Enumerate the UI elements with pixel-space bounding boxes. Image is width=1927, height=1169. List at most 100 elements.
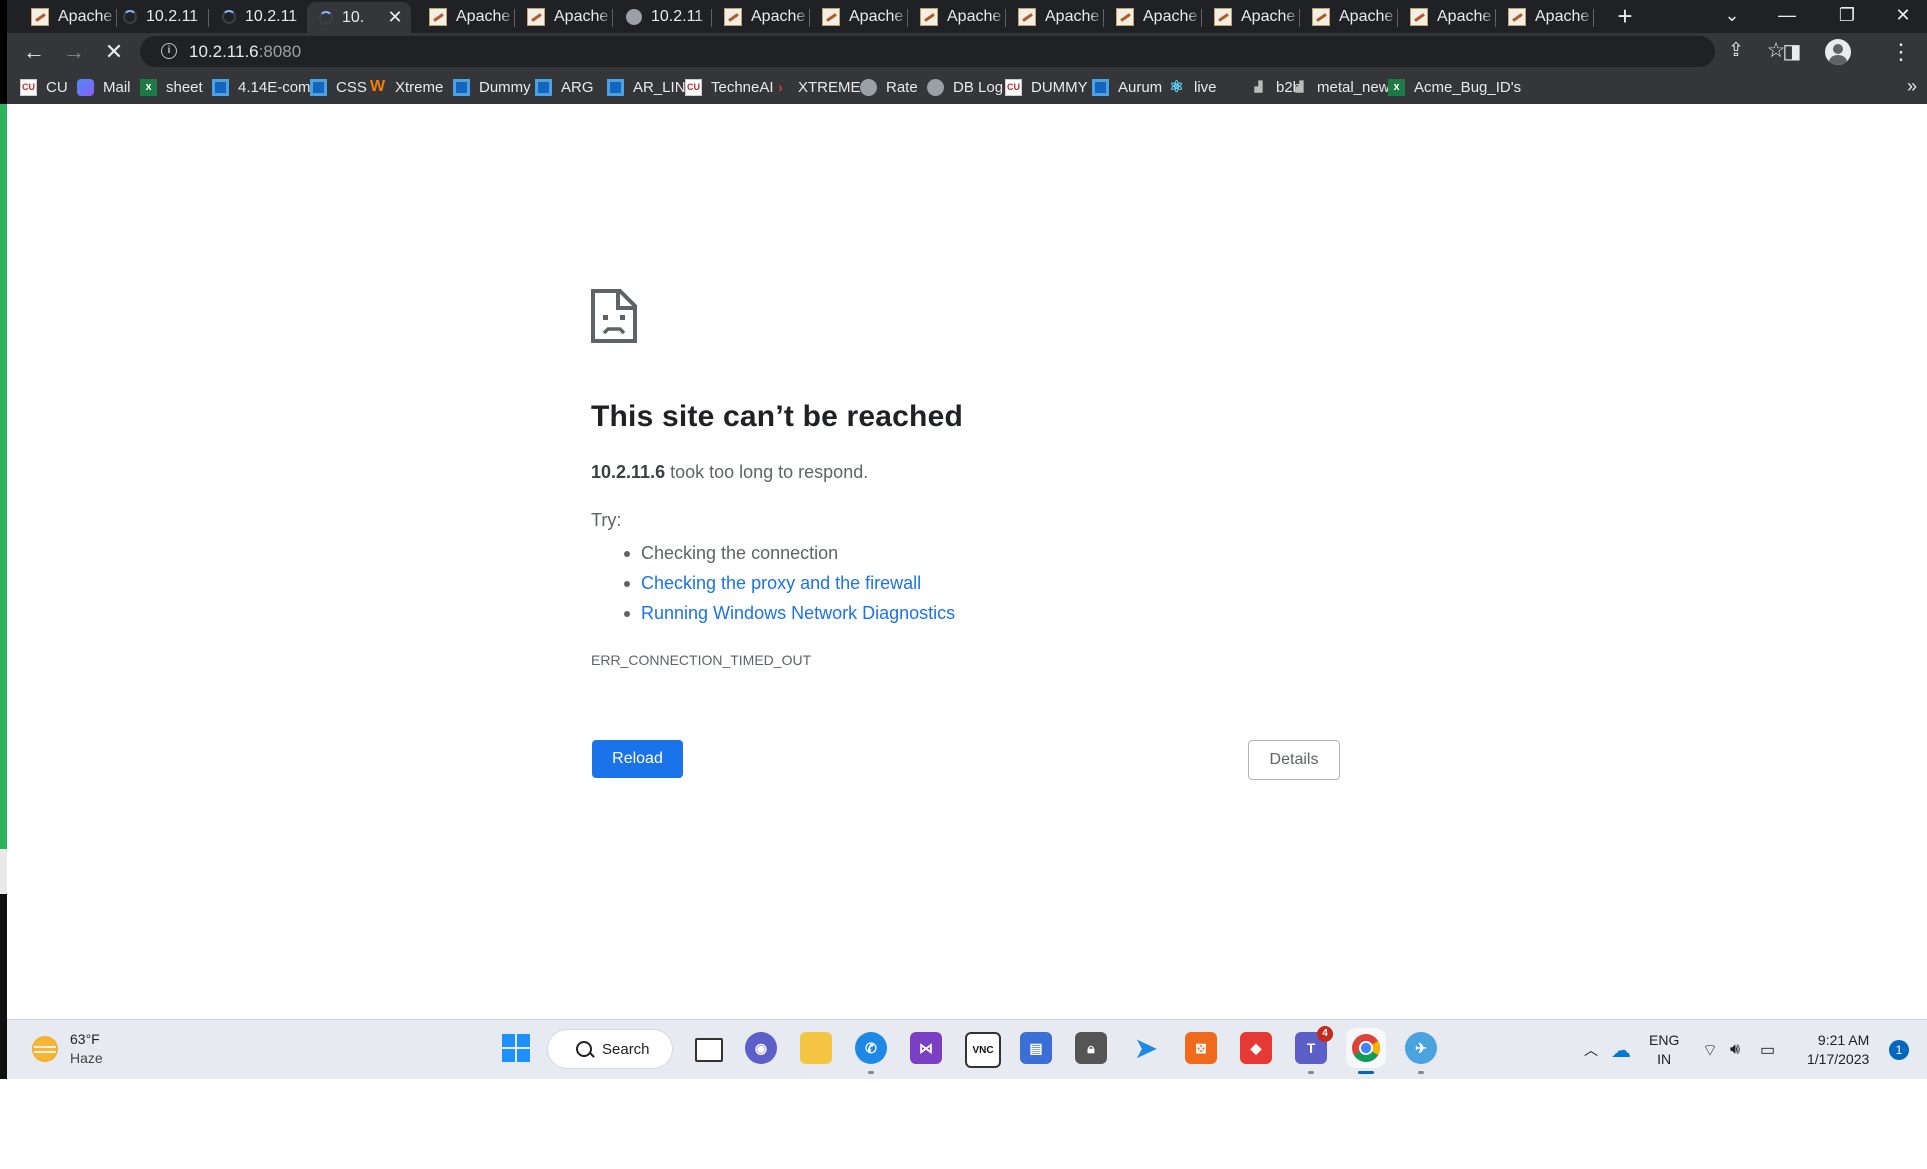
bookmark-16[interactable]: ⚛ live bbox=[1168, 77, 1217, 97]
mysql-dolphin-icon[interactable]: ➤ bbox=[1130, 1032, 1162, 1064]
xt-bookmark-icon: W bbox=[369, 78, 386, 95]
tab-label: Apache bbox=[947, 8, 1002, 25]
phone-app-icon[interactable]: ✆ bbox=[855, 1032, 887, 1074]
tab-15[interactable]: Apache bbox=[1398, 2, 1496, 32]
forward-arrow-icon[interactable]: → bbox=[59, 37, 89, 67]
close-tab-icon[interactable]: ✕ bbox=[385, 7, 405, 28]
tab-1[interactable]: Apache bbox=[19, 2, 117, 32]
share-icon[interactable]: ⇪ bbox=[1721, 36, 1751, 66]
weather-widget[interactable]: 63°F Haze bbox=[32, 1030, 103, 1068]
bookmark-4[interactable]: 4.14E-com bbox=[212, 77, 311, 97]
menu-kebab-icon[interactable]: ⋮ bbox=[1886, 37, 1916, 67]
tab-10[interactable]: Apache bbox=[908, 2, 1006, 32]
tab-label: 10.2.11 bbox=[146, 8, 199, 25]
remote-desktop-icon[interactable]: ▤ bbox=[1020, 1032, 1052, 1064]
address-url[interactable]: 10.2.11.6:8080 bbox=[189, 42, 301, 62]
bookmark-9[interactable]: AR_LINK bbox=[607, 77, 696, 97]
chrome-icon[interactable] bbox=[1350, 1032, 1382, 1074]
bookmark-1[interactable]: CU CU bbox=[20, 77, 68, 97]
tab-14[interactable]: Apache bbox=[1300, 2, 1398, 32]
chat-icon[interactable]: ◉ bbox=[745, 1032, 777, 1064]
cu-bookmark-icon: CU bbox=[20, 78, 37, 96]
bookmark-13[interactable]: DB Log bbox=[927, 77, 1003, 97]
minimize-button[interactable]: — bbox=[1763, 0, 1811, 33]
bl-bookmark-icon bbox=[310, 78, 327, 96]
suggestion-network-diagnostics-link[interactable]: Running Windows Network Diagnostics bbox=[623, 598, 955, 628]
address-bar[interactable]: i 10.2.11.6:8080 ⇪ ☆ bbox=[140, 36, 1785, 67]
bookmark-2[interactable]: Mail bbox=[77, 77, 131, 97]
new-tab-button[interactable]: + bbox=[1611, 3, 1639, 31]
onedrive-cloud-icon[interactable]: ☁ bbox=[1611, 1020, 1631, 1080]
tab-2[interactable]: 10.2.11 bbox=[111, 2, 209, 32]
site-info-icon[interactable]: i bbox=[161, 43, 177, 59]
more-bookmarks-icon[interactable]: » bbox=[1907, 76, 1917, 97]
bookmark-15[interactable]: Aurum bbox=[1092, 77, 1162, 97]
bookmark-14[interactable]: CU DUMMY bbox=[1005, 77, 1088, 97]
file-explorer-icon[interactable] bbox=[800, 1032, 832, 1064]
details-button[interactable]: Details bbox=[1248, 740, 1340, 780]
xl-bookmark-icon: x bbox=[1388, 78, 1405, 96]
tab-5[interactable]: Apache bbox=[417, 2, 515, 32]
bookmarks-bar: CU CU Mail x sheet 4.14E-com CSS W Xtreme Dummy AR… bbox=[7, 70, 1927, 104]
battery-icon[interactable]: ▭ bbox=[1760, 1020, 1775, 1080]
search-icon bbox=[576, 1041, 592, 1057]
language-indicator[interactable]: ENG IN bbox=[1649, 1020, 1679, 1080]
bookmark-label: Aurum bbox=[1118, 78, 1163, 96]
teams-icon[interactable]: T4 bbox=[1295, 1026, 1333, 1074]
tab-16[interactable]: Apache bbox=[1496, 2, 1594, 32]
windows-start-icon[interactable] bbox=[502, 1034, 530, 1062]
tab-8[interactable]: Apache bbox=[712, 2, 810, 32]
profile-avatar-icon[interactable] bbox=[1825, 39, 1851, 65]
show-hidden-icons-chevron[interactable]: ︿ bbox=[1584, 1020, 1598, 1080]
world-app-icon[interactable]: ✈ bbox=[1405, 1032, 1437, 1074]
wifi-icon[interactable]: ⌔ bbox=[1702, 1020, 1718, 1080]
bookmark-8[interactable]: ARG bbox=[535, 77, 594, 97]
tab-3[interactable]: 10.2.11 bbox=[210, 2, 308, 32]
volume-icon[interactable]: 🔊︎ bbox=[1730, 1020, 1740, 1080]
bookmark-6[interactable]: W Xtreme bbox=[369, 77, 443, 97]
bookmark-10[interactable]: CU TechneAI bbox=[685, 77, 774, 97]
bookmark-label: live bbox=[1194, 78, 1217, 96]
bookmark-label: CU bbox=[46, 78, 68, 96]
bookmark-18[interactable]: ▟ metal_new bbox=[1291, 77, 1390, 97]
close-window-button[interactable]: ✕ bbox=[1879, 0, 1927, 33]
xampp-icon[interactable]: ⊠ bbox=[1185, 1032, 1217, 1064]
tab-4[interactable]: 10. ✕ bbox=[307, 2, 411, 33]
apache-feather-icon bbox=[429, 8, 447, 26]
reload-button[interactable]: Reload bbox=[592, 740, 683, 778]
task-view-icon[interactable] bbox=[695, 1038, 723, 1062]
apache-feather-icon bbox=[724, 8, 742, 26]
stop-loading-icon[interactable]: ✕ bbox=[99, 37, 129, 67]
apache-feather-icon bbox=[1410, 8, 1428, 26]
clock[interactable]: 9:21 AM 1/17/2023 bbox=[1807, 1020, 1869, 1080]
anydesk-icon[interactable]: ◆ bbox=[1240, 1032, 1272, 1064]
restore-button[interactable]: ❐ bbox=[1823, 0, 1871, 33]
bookmark-7[interactable]: Dummy bbox=[453, 77, 531, 97]
tab-7[interactable]: 10.2.11 bbox=[614, 2, 712, 32]
tab-search-icon[interactable]: ⌄ bbox=[1708, 0, 1756, 33]
bookmark-12[interactable]: Rate bbox=[860, 77, 918, 97]
tab-6[interactable]: Apache bbox=[515, 2, 613, 32]
taskbar-search[interactable]: Search bbox=[548, 1030, 672, 1068]
tab-13[interactable]: Apache bbox=[1202, 2, 1300, 32]
notification-center[interactable]: 1 bbox=[1889, 1020, 1909, 1080]
side-panel-icon[interactable]: ◨ bbox=[1777, 37, 1807, 67]
vpn-lock-icon[interactable]: 🔒︎ bbox=[1075, 1032, 1107, 1064]
bookmark-label: DB Log bbox=[953, 78, 1004, 96]
tab-9[interactable]: Apache bbox=[810, 2, 908, 32]
apache-feather-icon bbox=[1018, 8, 1036, 26]
bookmark-11[interactable]: › XTREME bbox=[772, 77, 860, 97]
tab-11[interactable]: Apache bbox=[1006, 2, 1104, 32]
bookmark-3[interactable]: x sheet bbox=[140, 77, 203, 97]
mt-bookmark-icon: ▟ bbox=[1254, 81, 1263, 93]
bookmark-19[interactable]: x Acme_Bug_ID's bbox=[1388, 77, 1521, 97]
back-arrow-icon[interactable]: ← bbox=[19, 37, 49, 67]
bookmark-label: TechneAI bbox=[711, 78, 774, 96]
visual-studio-icon[interactable]: ⋈ bbox=[910, 1032, 942, 1064]
vnc-viewer-icon[interactable]: VNC bbox=[965, 1032, 1001, 1068]
apache-feather-icon bbox=[31, 8, 49, 26]
bookmark-label: Mail bbox=[103, 78, 131, 96]
bookmark-5[interactable]: CSS bbox=[310, 77, 367, 97]
tab-12[interactable]: Apache bbox=[1104, 2, 1202, 32]
suggestion-proxy-firewall-link[interactable]: Checking the proxy and the firewall bbox=[623, 568, 955, 598]
